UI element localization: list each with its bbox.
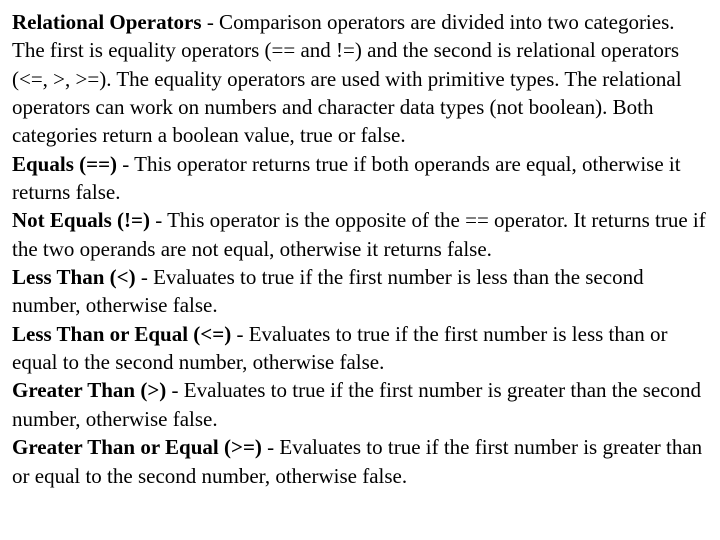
heading-less-than-equal: Less Than or Equal (<=) xyxy=(12,322,231,346)
heading-not-equals: Not Equals (!=) xyxy=(12,208,150,232)
heading-less-than: Less Than (<) xyxy=(12,265,136,289)
heading-greater-than: Greater Than (>) xyxy=(12,378,166,402)
document-body: Relational Operators - Comparison operat… xyxy=(12,8,708,490)
heading-equals: Equals (==) xyxy=(12,152,117,176)
heading-greater-than-equal: Greater Than or Equal (>=) xyxy=(12,435,267,459)
heading-relational-operators: Relational Operators xyxy=(12,10,202,34)
